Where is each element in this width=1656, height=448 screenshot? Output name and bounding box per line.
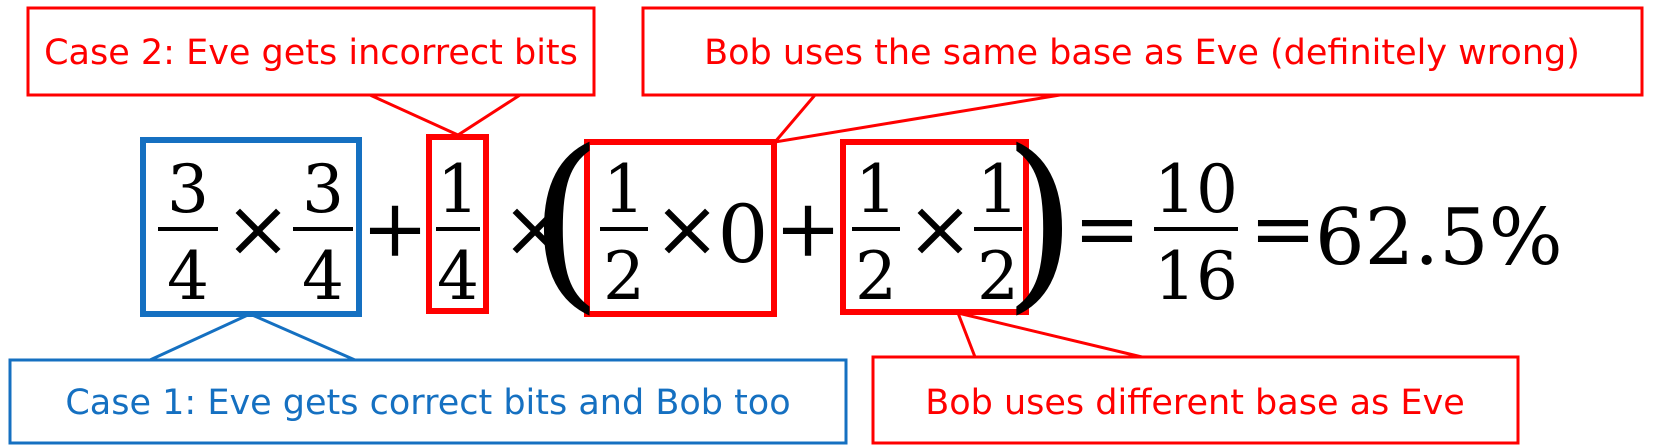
fraction-bar xyxy=(436,227,480,231)
callout-case1-pointer xyxy=(149,312,356,362)
fraction-bar xyxy=(600,227,648,231)
numerator: 1 xyxy=(855,151,897,228)
fraction-1-4: 1 4 xyxy=(436,151,480,315)
equals-sign: = xyxy=(1249,182,1316,275)
callout-case2: Case 2: Eve gets incorrect bits xyxy=(26,6,596,137)
fraction-bar xyxy=(1154,227,1238,231)
times-sign: × xyxy=(653,182,720,275)
fraction-10-16: 10 16 xyxy=(1154,151,1238,315)
callout-case2-text: Case 2: Eve gets incorrect bits xyxy=(44,33,578,73)
plus-sign: + xyxy=(361,182,428,275)
callout-case1: Case 1: Eve gets correct bits and Bob to… xyxy=(8,312,848,445)
fraction-1-2-b: 1 2 xyxy=(852,151,900,315)
diagram: Case 2: Eve gets incorrect bits Bob uses… xyxy=(0,0,1656,448)
denominator: 2 xyxy=(855,238,897,315)
callout-case2-pointer xyxy=(369,93,521,137)
denominator: 4 xyxy=(437,238,479,315)
numerator: 3 xyxy=(167,151,209,228)
fraction-3-4-a: 3 4 xyxy=(158,151,218,315)
result-percent: 62.5% xyxy=(1315,193,1563,283)
times-sign: × xyxy=(906,182,973,275)
callout-same-base-text: Bob uses the same base as Eve (definitel… xyxy=(704,33,1580,73)
callout-diff-base-text: Bob uses different base as Eve xyxy=(925,383,1465,423)
callout-diff-base: Bob uses different base as Eve xyxy=(871,310,1520,445)
left-paren: ( xyxy=(529,110,603,331)
fraction-bar xyxy=(852,227,900,231)
fraction-1-2-a: 1 2 xyxy=(600,151,648,315)
numerator: 3 xyxy=(302,151,344,228)
equals-sign: = xyxy=(1073,182,1140,275)
denominator: 4 xyxy=(302,238,344,315)
callout-same-base: Bob uses the same base as Eve (definitel… xyxy=(641,6,1644,145)
fraction-3-4-b: 3 4 xyxy=(293,151,353,315)
fraction-bar xyxy=(293,227,353,231)
denominator: 16 xyxy=(1154,238,1238,315)
denominator: 4 xyxy=(167,238,209,315)
callout-case1-text: Case 1: Eve gets correct bits and Bob to… xyxy=(65,383,790,423)
numerator: 10 xyxy=(1154,151,1238,228)
zero: 0 xyxy=(718,188,769,281)
diagram-canvas: Case 2: Eve gets incorrect bits Bob uses… xyxy=(8,6,1644,445)
numerator: 1 xyxy=(603,151,645,228)
denominator: 2 xyxy=(603,238,645,315)
fraction-bar xyxy=(158,227,218,231)
numerator: 1 xyxy=(437,151,479,228)
plus-sign: + xyxy=(774,182,841,275)
right-paren: ) xyxy=(1003,110,1077,331)
times-sign: × xyxy=(224,182,291,275)
